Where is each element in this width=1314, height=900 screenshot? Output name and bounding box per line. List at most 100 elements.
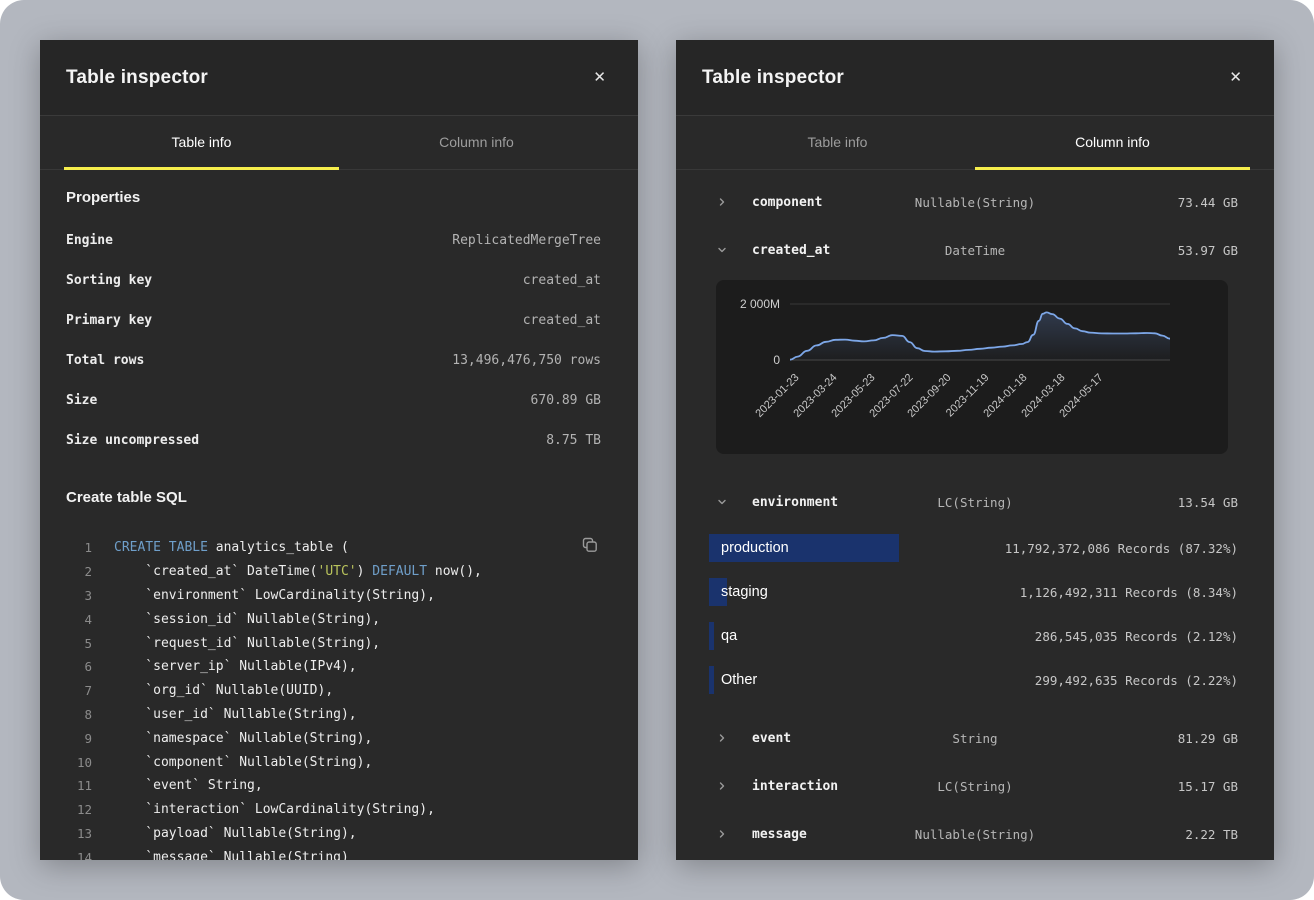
property-label: Total rows [66,353,144,368]
property-label: Size uncompressed [66,433,199,448]
code-text: `event` String, [114,778,263,793]
tab-table-info[interactable]: Table info [700,116,975,170]
property-row-total-rows: Total rows 13,496,476,750 rows [66,340,601,380]
property-row-primary-key: Primary key created_at [66,300,601,340]
tab-bar: Table infoColumn info [40,116,638,170]
column-size: 53.97 GB [1178,243,1238,258]
tab-column-info[interactable]: Column info [975,116,1250,170]
created-at-histogram: 2 000M02023-01-232023-03-242023-05-23202… [716,280,1228,454]
property-row-size: Size670.89 GB [66,380,601,420]
environment-values-list: production11,792,372,086 Records (87.32%… [676,526,1274,702]
code-text: `server_ip` Nullable(IPv4), [114,659,357,674]
code-line: 9 `namespace` Nullable(String), [66,726,601,750]
copy-button[interactable] [579,534,601,559]
env-value-count: 299,492,635 Records (2.22%) [1035,658,1238,702]
env-value-bar [709,622,714,650]
code-text: `created_at` DateTime('UTC') DEFAULT now… [114,564,482,579]
tab-table-info[interactable]: Table info [64,116,339,170]
chevron-right-icon [716,732,728,744]
property-value: 13,496,476,750 rows [452,353,601,368]
create-table-sql-code: 1 CREATE TABLE analytics_table ( 2 `create… [66,536,601,860]
code-text: `environment` LowCardinality(String), [114,588,435,603]
column-name: message [752,827,807,842]
column-row-created-at[interactable]: created_atDateTime53.97 GB [676,226,1274,274]
code-text: `component` Nullable(String), [114,755,372,770]
properties-list: EngineReplicatedMergeTreeSorting keycrea… [66,220,601,460]
code-text: CREATE TABLE analytics_table ( [114,540,349,555]
column-row-component[interactable]: componentNullable(String)73.44 GB [676,178,1274,226]
env-value-label: Other [721,666,757,694]
env-value-count: 1,126,492,311 Records (8.34%) [1020,570,1238,614]
close-button[interactable]: ✕ [587,66,612,89]
line-number: 5 [66,636,92,651]
code-text: `org_id` Nullable(UUID), [114,683,333,698]
line-number: 6 [66,659,92,674]
code-lines: 1 CREATE TABLE analytics_table ( 2 `create… [66,536,601,860]
property-value: 8.75 TB [546,433,601,448]
property-value: created_at [523,313,601,328]
tab-column-info[interactable]: Column info [339,116,614,170]
line-number: 4 [66,612,92,627]
column-type: String [952,731,997,746]
property-row-size-uncompressed: Size uncompressed 8.75 TB [66,420,601,460]
env-value-bar [709,666,714,694]
column-name: event [752,731,791,746]
screenshot-card: Table inspector ✕ Table infoColumn info … [0,0,1314,900]
properties-heading: Properties [66,186,601,210]
code-line: 10 `component` Nullable(String), [66,750,601,774]
line-number: 13 [66,826,92,841]
property-value: created_at [523,273,601,288]
y-axis-label: 2 000M [740,297,780,311]
modal-header: Table inspector ✕ [40,40,638,116]
column-row-event[interactable]: event String 81.29 GB [676,714,1274,762]
code-line: 11 `event` String, [66,774,601,798]
env-value-row-qa: qa 286,545,035 Records (2.12%) [709,614,1238,658]
column-size: 15.17 GB [1178,779,1238,794]
env-value-row-production: production11,792,372,086 Records (87.32%… [709,526,1238,570]
code-text: `interaction` LowCardinality(String), [114,802,435,817]
close-button[interactable]: ✕ [1223,66,1248,89]
property-label: Primary key [66,313,152,328]
column-row-message[interactable]: messageNullable(String)2.22 TB [676,810,1274,858]
property-value: 670.89 GB [531,393,601,408]
column-name: environment [752,495,838,510]
code-line: 4 `session_id` Nullable(String), [66,607,601,631]
env-value-label: staging [721,578,768,606]
copy-icon [581,536,599,554]
env-value-row-staging: staging 1,126,492,311 Records (8.34%) [709,570,1238,614]
code-text: `session_id` Nullable(String), [114,612,380,627]
line-number: 11 [66,778,92,793]
column-row-environment[interactable]: environmentLC(String)13.54 GB [676,478,1274,526]
line-number: 7 [66,683,92,698]
line-number: 8 [66,707,92,722]
code-line: 6 `server_ip` Nullable(IPv4), [66,655,601,679]
property-value: ReplicatedMergeTree [452,233,601,248]
line-number: 3 [66,588,92,603]
line-number: 14 [66,850,92,860]
line-number: 10 [66,755,92,770]
column-size: 13.54 GB [1178,495,1238,510]
env-value-label: qa [721,622,737,650]
property-label: Sorting key [66,273,152,288]
chevron-right-icon [716,196,728,208]
line-number: 12 [66,802,92,817]
column-size: 81.29 GB [1178,731,1238,746]
modal-header: Table inspector ✕ [676,40,1274,116]
y-axis-label: 0 [773,353,780,367]
chevron-down-icon [716,244,728,256]
column-size: 73.44 GB [1178,195,1238,210]
code-text: `message` Nullable(String) [114,850,349,860]
close-icon: ✕ [593,69,606,86]
code-line: 8 `user_id` Nullable(String), [66,703,601,727]
line-number: 1 [66,540,92,555]
env-value-label: production [721,534,789,562]
column-type: Nullable(String) [915,195,1035,210]
code-line: 2 `created_at` DateTime('UTC') DEFAULT n… [66,560,601,584]
column-name: created_at [752,243,830,258]
modal-title: Table inspector [702,67,844,89]
code-text: `request_id` Nullable(String), [114,636,380,651]
table-inspector-modal-table-info: Table inspector ✕ Table infoColumn info … [40,40,638,860]
env-value-count: 286,545,035 Records (2.12%) [1035,614,1238,658]
column-row-interaction[interactable]: interactionLC(String)15.17 GB [676,762,1274,810]
columns-list: componentNullable(String)73.44 GBcreated… [676,178,1274,858]
